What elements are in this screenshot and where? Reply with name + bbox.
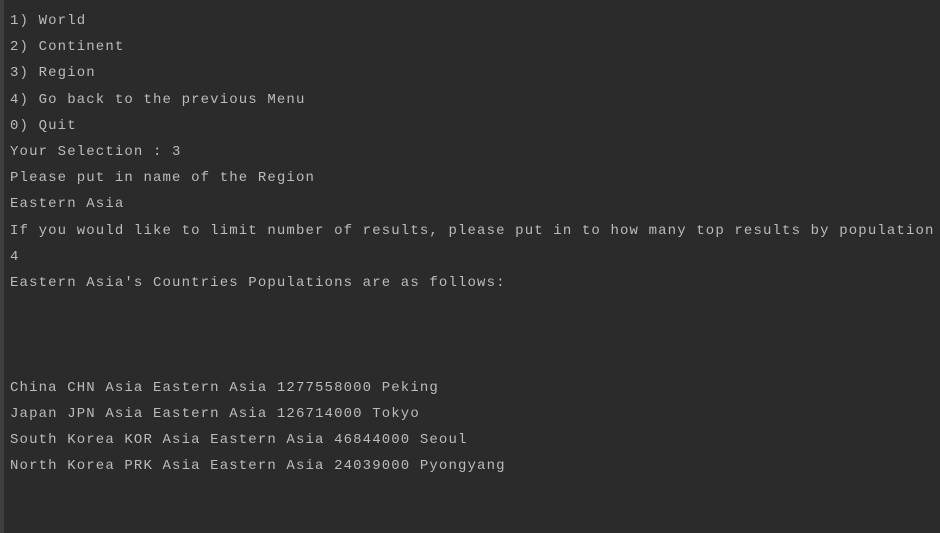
menu-option-continent: 2) Continent xyxy=(10,39,125,56)
region-prompt: Please put in name of the Region xyxy=(10,170,316,187)
menu-option-quit: 0) Quit xyxy=(10,117,77,134)
menu-option-region: 3) Region xyxy=(10,65,96,82)
region-input: Eastern Asia xyxy=(10,196,125,213)
selection-line: Your Selection : 3 xyxy=(10,143,182,160)
limit-input: 4 xyxy=(10,248,20,265)
menu-option-world: 1) World xyxy=(10,13,87,29)
limit-prompt: If you would like to limit number of res… xyxy=(10,222,935,239)
result-row: China CHN Asia Eastern Asia 1277558000 P… xyxy=(10,379,439,396)
console-gutter xyxy=(0,0,4,533)
console-output[interactable]: 1) World 2) Continent 3) Region 4) Go back … xyxy=(10,8,940,479)
result-row: North Korea PRK Asia Eastern Asia 240390… xyxy=(10,458,506,475)
results-heading: Eastern Asia's Countries Populations are… xyxy=(10,274,506,291)
result-row: South Korea KOR Asia Eastern Asia 468440… xyxy=(10,432,468,448)
menu-option-back: 4) Go back to the previous Menu xyxy=(10,91,306,108)
result-row: Japan JPN Asia Eastern Asia 126714000 To… xyxy=(10,405,420,422)
